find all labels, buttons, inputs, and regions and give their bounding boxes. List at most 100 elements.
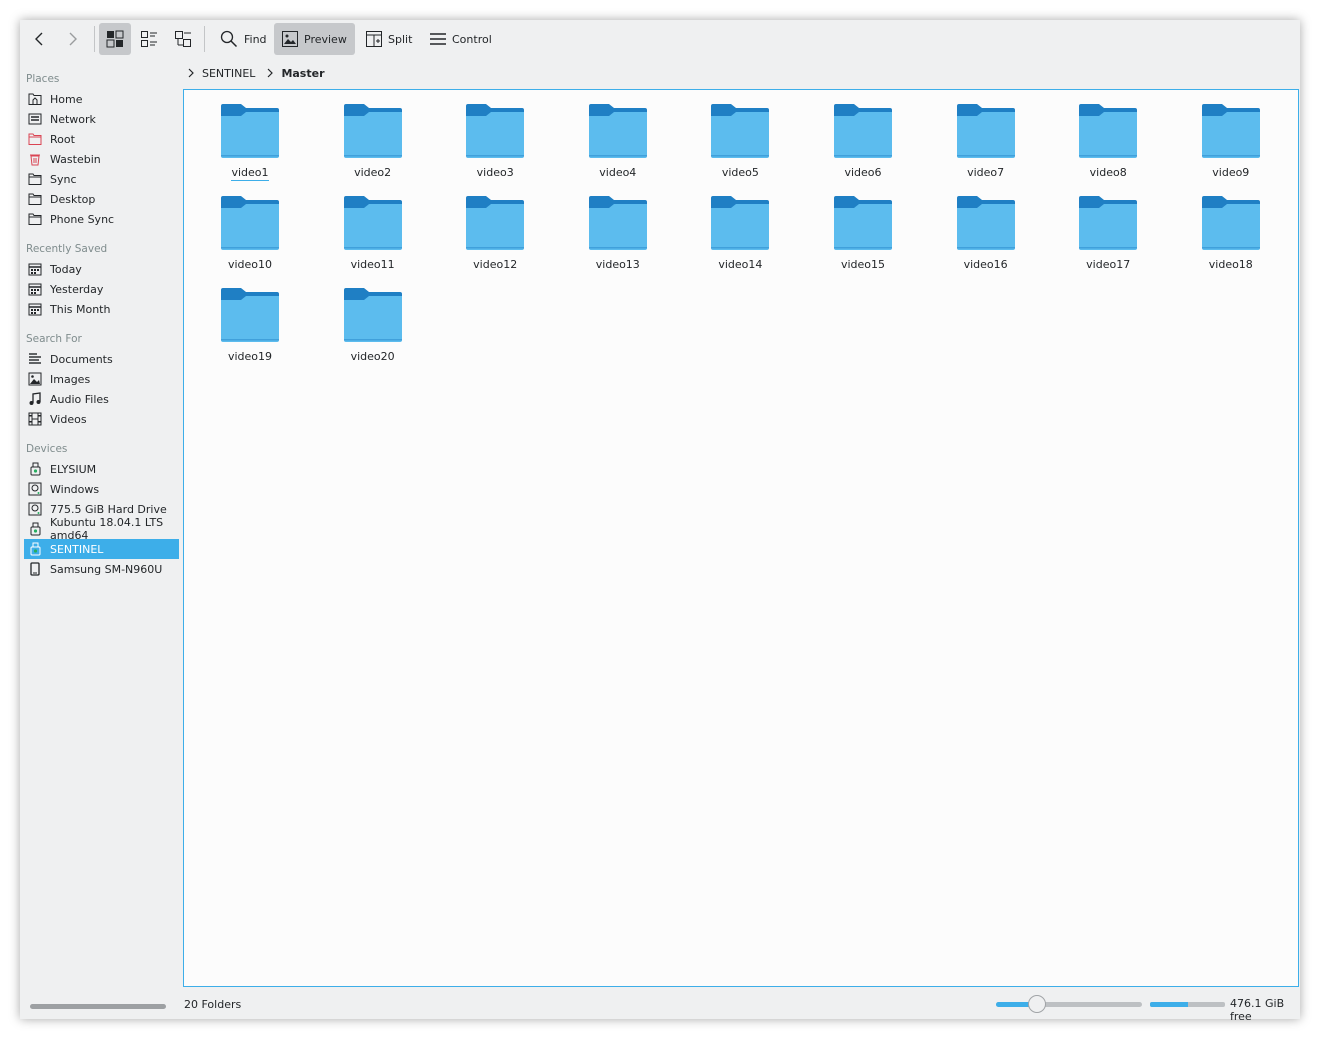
folder-name: video2 [354, 166, 392, 179]
toolbar-separator [204, 26, 205, 52]
folder-item[interactable]: video18 [1170, 186, 1292, 274]
sidebar-item-root[interactable]: Root [24, 129, 179, 149]
sidebar-item-elysium[interactable]: ELYSIUM [24, 459, 179, 479]
folder-item[interactable]: video15 [802, 186, 924, 274]
sidebar-item-home[interactable]: Home [24, 89, 179, 109]
details-view-button[interactable] [167, 23, 199, 55]
sidebar-item-yesterday[interactable]: Yesterday [24, 279, 179, 299]
usb-drive-icon [28, 462, 42, 476]
folder-icon [956, 104, 1015, 158]
sidebar-item-label: Yesterday [50, 282, 104, 296]
folder-item[interactable]: video6 [802, 94, 924, 182]
folder-item[interactable]: video13 [557, 186, 679, 274]
folder-count: 20 Folders [184, 998, 242, 1011]
sidebar-item-label: This Month [50, 302, 111, 316]
hamburger-menu-icon [430, 33, 446, 45]
sidebar-item-videos[interactable]: Videos [24, 409, 179, 429]
folder-item[interactable]: video17 [1047, 186, 1169, 274]
breadcrumb-current[interactable]: Master [281, 67, 324, 80]
sidebar-item-label: Home [50, 92, 83, 106]
sidebar-item-images[interactable]: Images [24, 369, 179, 389]
preview-label: Preview [304, 32, 347, 46]
folder-icon [343, 288, 402, 342]
folder-item[interactable]: video20 [312, 278, 434, 366]
folder-view[interactable]: video1 video2 video3 video4 video5 video… [183, 89, 1299, 987]
control-menu-button[interactable]: Control [422, 23, 500, 55]
folder-item[interactable]: video1 [189, 94, 311, 182]
folder-item[interactable]: video19 [189, 278, 311, 366]
folder-item[interactable]: video14 [679, 186, 801, 274]
sidebar-item-label: ELYSIUM [50, 462, 97, 476]
zoom-slider[interactable] [996, 1002, 1142, 1007]
music-icon [28, 392, 42, 406]
forward-button[interactable] [57, 23, 89, 55]
folder-item[interactable]: video7 [925, 94, 1047, 182]
back-button[interactable] [23, 23, 55, 55]
chevron-right-icon[interactable] [186, 68, 196, 78]
folder-name: video16 [963, 258, 1008, 271]
sidebar-item-this-month[interactable]: This Month [24, 299, 179, 319]
folder-item[interactable]: video3 [434, 94, 556, 182]
folder-name: video10 [227, 258, 273, 271]
folder-name: video4 [599, 166, 637, 179]
folder-name: video3 [476, 166, 514, 179]
sidebar-item-phone-sync[interactable]: Phone Sync [24, 209, 179, 229]
sidebar-item-label: 775.5 GiB Hard Drive [50, 502, 167, 516]
folder-item[interactable]: video2 [312, 94, 434, 182]
folder-item[interactable]: video11 [312, 186, 434, 274]
folder-item[interactable]: video8 [1047, 94, 1169, 182]
folder-icon [466, 196, 525, 250]
chevron-right-icon[interactable] [265, 68, 275, 78]
sidebar-item-documents[interactable]: Documents [24, 349, 179, 369]
folder-red-icon [28, 132, 42, 146]
home-icon [28, 92, 42, 106]
sidebar-item-today[interactable]: Today [24, 259, 179, 279]
image-preview-icon [282, 31, 298, 47]
chevron-left-icon [35, 32, 43, 46]
free-space-fill [1150, 1002, 1188, 1007]
usb-drive-icon [28, 542, 42, 556]
sidebar-item-sentinel[interactable]: SENTINEL [24, 539, 179, 559]
preview-button[interactable]: Preview [274, 23, 355, 55]
usb-drive-icon [28, 522, 42, 536]
split-label: Split [388, 32, 413, 46]
folder-name: video5 [721, 166, 759, 179]
compact-view-button[interactable] [133, 23, 165, 55]
folder-name: video1 [231, 166, 269, 181]
sidebar-item-samsung-sm-n960u[interactable]: Samsung SM-N960U [24, 559, 179, 579]
toolbar-separator [94, 26, 95, 52]
folder-icon [834, 104, 892, 158]
folder-item[interactable]: video16 [925, 186, 1047, 274]
sidebar-item-sync[interactable]: Sync [24, 169, 179, 189]
breadcrumb-item[interactable]: SENTINEL [202, 67, 255, 80]
sidebar-item-wastebin[interactable]: Wastebin [24, 149, 179, 169]
folder-icon [28, 192, 42, 206]
folder-item[interactable]: video5 [679, 94, 801, 182]
split-view-icon [366, 31, 382, 47]
folder-icon [1201, 104, 1260, 158]
folder-item[interactable]: video10 [189, 186, 311, 274]
sidebar-item-label: Network [50, 112, 96, 126]
split-button[interactable]: Split [358, 23, 420, 55]
folder-item[interactable]: video9 [1170, 94, 1292, 182]
folder-item[interactable]: video12 [434, 186, 556, 274]
folder-icon [1079, 196, 1138, 250]
zoom-slider-handle[interactable] [1027, 995, 1046, 1013]
folder-name: video18 [1208, 258, 1253, 271]
sidebar-item-network[interactable]: Network [24, 109, 179, 129]
folder-item[interactable]: video4 [557, 94, 679, 182]
sidebar-item-audio-files[interactable]: Audio Files [24, 389, 179, 409]
sidebar-item-desktop[interactable]: Desktop [24, 189, 179, 209]
sidebar-item-windows[interactable]: Windows [24, 479, 179, 499]
icons-view-button[interactable] [99, 23, 131, 55]
sidebar-item-kubuntu-18-04-1-lts-amd64[interactable]: Kubuntu 18.04.1 LTS amd64 [24, 516, 179, 542]
folder-icon [956, 196, 1015, 250]
find-button[interactable]: Find [212, 23, 275, 55]
sidebar-item-label: Audio Files [50, 392, 109, 406]
sidebar-section-title: Recently Saved [26, 243, 108, 255]
search-icon [220, 30, 238, 48]
sidebar-item-label: Desktop [50, 192, 96, 206]
folder-name: video9 [1212, 166, 1250, 179]
find-label: Find [244, 32, 267, 46]
folder-icon [466, 104, 525, 158]
